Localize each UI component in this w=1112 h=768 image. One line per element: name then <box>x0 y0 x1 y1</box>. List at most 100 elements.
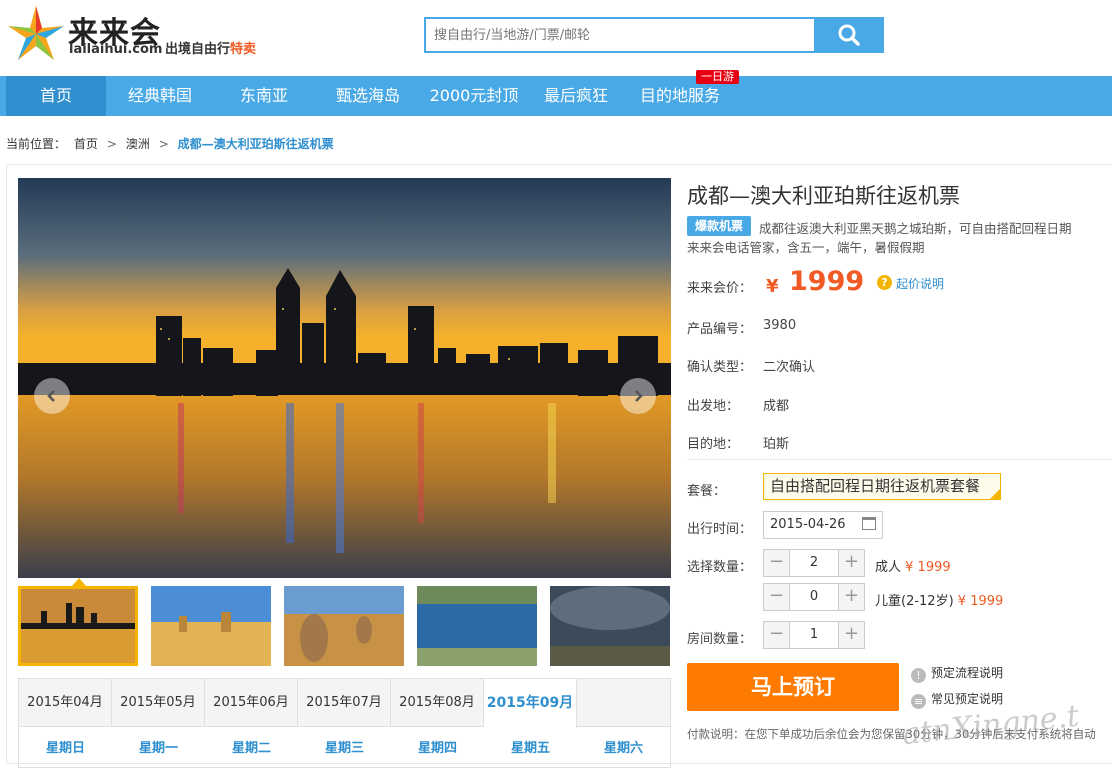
selected-corner-icon <box>990 489 1000 499</box>
confirm-type-label: 确认类型： <box>687 360 753 375</box>
product-id-value: 3980 <box>763 318 797 333</box>
chevron-left-icon <box>47 390 55 402</box>
breadcrumb-sep: > <box>158 137 169 151</box>
adult-label: 成人 <box>875 560 902 575</box>
thumbnail-harbor-aerial[interactable] <box>417 586 537 666</box>
room-quantity-value[interactable]: 1 <box>790 622 838 648</box>
weekday-wednesday: 星期三 <box>324 741 364 756</box>
child-label: 儿童(2-12岁) <box>875 594 954 609</box>
breadcrumb-sep: > <box>106 137 117 151</box>
package-option[interactable]: 自由搭配回程日期往返机票套餐 <box>763 473 1001 500</box>
document-icon: ≡ <box>911 694 926 709</box>
package-label: 套餐： <box>687 484 727 499</box>
search-input[interactable] <box>424 17 816 53</box>
nav-item-last-minute[interactable]: 最后疯狂 <box>534 76 618 116</box>
logo-slogan: 出境自由行特卖 <box>165 38 256 57</box>
child-price-info: 儿童(2-12岁) ¥ 1999 <box>875 590 1003 609</box>
adult-plus-button[interactable]: + <box>838 550 864 576</box>
product-title: 成都—澳大利亚珀斯往返机票 <box>687 184 960 208</box>
hero-next-button[interactable] <box>620 378 656 414</box>
thumbnail-pinnacles[interactable] <box>284 586 404 666</box>
nav-item-home[interactable]: 首页 <box>6 76 106 116</box>
thumbnail-desert-rocks[interactable] <box>151 586 271 666</box>
tab-month-2015-07[interactable]: 2015年07月 <box>298 679 391 727</box>
nav-item-korea[interactable]: 经典韩国 <box>116 76 204 116</box>
tab-month-2015-09[interactable]: 2015年09月 <box>484 679 577 728</box>
confirm-type-value: 二次确认 <box>763 360 816 375</box>
weekday-thursday: 星期四 <box>417 741 457 756</box>
product-description-line1: 成都往返澳大利亚黑天鹅之城珀斯，可自由搭配回程日期 <box>759 221 1072 236</box>
weekday-saturday: 星期六 <box>603 741 643 756</box>
departure-calendar: 2015年04月 2015年05月 2015年06月 2015年07月 2015… <box>18 678 671 768</box>
room-plus-button[interactable]: + <box>838 622 864 648</box>
thumb-selected-caret <box>72 578 86 586</box>
travel-date-label: 出行时间： <box>687 522 753 537</box>
destination-value: 珀斯 <box>763 437 790 452</box>
weekday-friday: 星期五 <box>510 741 550 756</box>
nav-item-southeast-asia[interactable]: 东南亚 <box>222 76 306 116</box>
child-quantity-stepper: − 0 + <box>763 583 865 611</box>
weekday-tuesday: 星期二 <box>231 741 271 756</box>
nav-day-tour-tag: 一日游 <box>696 70 739 84</box>
weekday-monday: 星期一 <box>138 741 178 756</box>
search-icon <box>838 24 860 46</box>
tab-month-2015-08[interactable]: 2015年08月 <box>391 679 484 727</box>
thumbnail-strip <box>18 586 678 666</box>
breadcrumb-current[interactable]: 成都—澳大利亚珀斯往返机票 <box>178 137 334 151</box>
destination-label: 目的地： <box>687 437 740 452</box>
adult-quantity-value[interactable]: 2 <box>790 550 838 576</box>
search-bar <box>424 17 884 53</box>
search-button[interactable] <box>814 17 884 53</box>
nav-item-islands[interactable]: 甄选海岛 <box>324 76 412 116</box>
breadcrumb-home[interactable]: 首页 <box>74 137 98 151</box>
slogan-highlight: 特卖 <box>230 42 257 57</box>
hot-ticket-badge: 爆款机票 <box>687 216 751 236</box>
product-description-line2: 来来会电话管家，含五一，端午，暑假假期 <box>687 240 925 255</box>
slogan-text: 出境自由行 <box>165 42 231 57</box>
price-note-link[interactable]: 起价说明 <box>896 275 944 292</box>
weekday-sunday: 星期日 <box>45 741 85 756</box>
child-price: ¥ 1999 <box>957 594 1004 609</box>
booking-process-link[interactable]: ! 预定流程说明 <box>911 664 1003 683</box>
thumbnail-city-sunset[interactable] <box>18 586 138 666</box>
breadcrumb: 当前位置： 首页 > 澳洲 > 成都—澳大利亚珀斯往返机票 <box>6 135 338 152</box>
booking-process-label: 预定流程说明 <box>931 666 1004 680</box>
book-now-button[interactable]: 马上预订 <box>687 663 899 711</box>
thumbnail-storm-clouds[interactable] <box>550 586 670 666</box>
question-icon[interactable]: ? <box>877 275 892 290</box>
departure-value: 成都 <box>763 399 790 414</box>
room-minus-button[interactable]: − <box>764 622 790 648</box>
price-currency: ¥ <box>766 276 779 297</box>
child-minus-button[interactable]: − <box>764 584 790 610</box>
faq-link[interactable]: ≡ 常见预定说明 <box>911 690 1003 709</box>
section-divider <box>687 459 1112 460</box>
adult-quantity-stepper: − 2 + <box>763 549 865 577</box>
chevron-right-icon <box>635 390 643 402</box>
quantity-label: 选择数量： <box>687 560 753 575</box>
info-icon: ! <box>911 668 926 683</box>
breadcrumb-australia[interactable]: 澳洲 <box>126 137 150 151</box>
hero-image <box>18 178 671 578</box>
hero-prev-button[interactable] <box>34 378 70 414</box>
tab-month-2015-04[interactable]: 2015年04月 <box>19 679 112 727</box>
room-quantity-stepper: − 1 + <box>763 621 865 649</box>
site-header: 来来会 lailaihui.com 出境自由行特卖 <box>0 0 1112 76</box>
room-quantity-label: 房间数量： <box>687 632 753 647</box>
calendar-month-tabs: 2015年04月 2015年05月 2015年06月 2015年07月 2015… <box>19 679 670 728</box>
product-id-label: 产品编号： <box>687 322 753 337</box>
adult-price: ¥ 1999 <box>905 560 951 575</box>
adult-minus-button[interactable]: − <box>764 550 790 576</box>
tab-month-2015-06[interactable]: 2015年06月 <box>205 679 298 727</box>
price-value: 1999 <box>789 266 865 297</box>
nav-item-2000-cap[interactable]: 2000元封顶 <box>424 76 524 116</box>
adult-price-info: 成人 ¥ 1999 <box>875 556 951 575</box>
breadcrumb-prefix: 当前位置： <box>6 137 67 151</box>
child-quantity-value[interactable]: 0 <box>790 584 838 610</box>
faq-label: 常见预定说明 <box>931 692 1004 706</box>
price-label: 来来会价： <box>687 281 753 296</box>
child-plus-button[interactable]: + <box>838 584 864 610</box>
calendar-icon[interactable] <box>862 517 876 530</box>
logo-domain: lailaihui.com <box>69 42 163 57</box>
tab-month-2015-05[interactable]: 2015年05月 <box>112 679 205 727</box>
logo-star-icon <box>8 6 64 60</box>
